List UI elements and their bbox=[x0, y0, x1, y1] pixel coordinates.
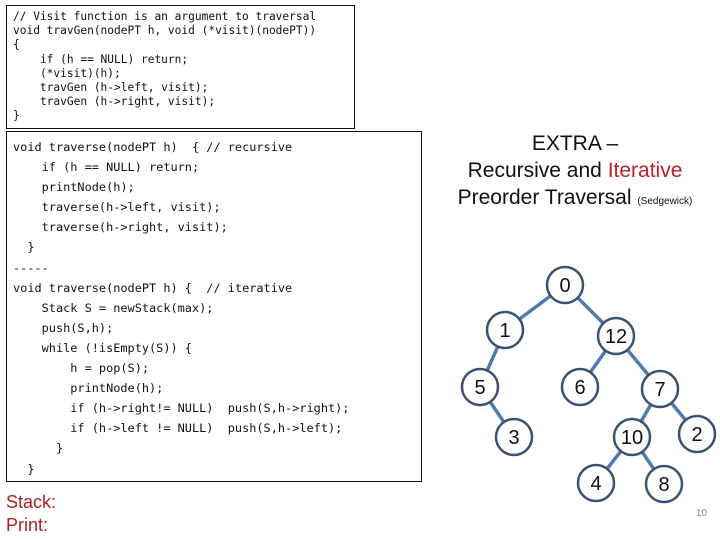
tree-node-7: 7 bbox=[640, 369, 680, 409]
tree-node-label: 8 bbox=[658, 474, 669, 496]
tree-node-6: 6 bbox=[560, 367, 600, 407]
tree-node-label: 6 bbox=[574, 377, 585, 399]
tree-node-5: 5 bbox=[460, 367, 500, 407]
tree-nodes: 0 1 12 5 6 7 3 10 2 4 8 bbox=[460, 265, 717, 504]
tree-node-label: 5 bbox=[474, 377, 485, 399]
tree-node-label: 0 bbox=[559, 275, 570, 297]
tree-node-0: 0 bbox=[545, 265, 585, 305]
tree-node-1: 1 bbox=[485, 310, 525, 350]
tree-node-label: 12 bbox=[605, 326, 627, 348]
tree-node-3: 3 bbox=[494, 417, 534, 457]
binary-tree-diagram: 0 1 12 5 6 7 3 10 2 4 8 bbox=[460, 265, 717, 504]
tree-node-label: 10 bbox=[621, 427, 643, 449]
tree-node-10: 10 bbox=[612, 417, 652, 457]
tree-node-label: 4 bbox=[590, 473, 601, 495]
tree-node-4: 4 bbox=[576, 463, 616, 503]
tree-node-8: 8 bbox=[644, 464, 684, 504]
tree-node-label: 7 bbox=[654, 379, 665, 401]
page-number: 10 bbox=[695, 508, 707, 519]
tree-node-12: 12 bbox=[596, 316, 636, 356]
tree-node-label: 1 bbox=[499, 320, 510, 342]
tree-node-2: 2 bbox=[677, 414, 717, 454]
tree-node-label: 2 bbox=[691, 424, 702, 446]
tree-node-label: 3 bbox=[508, 427, 519, 449]
